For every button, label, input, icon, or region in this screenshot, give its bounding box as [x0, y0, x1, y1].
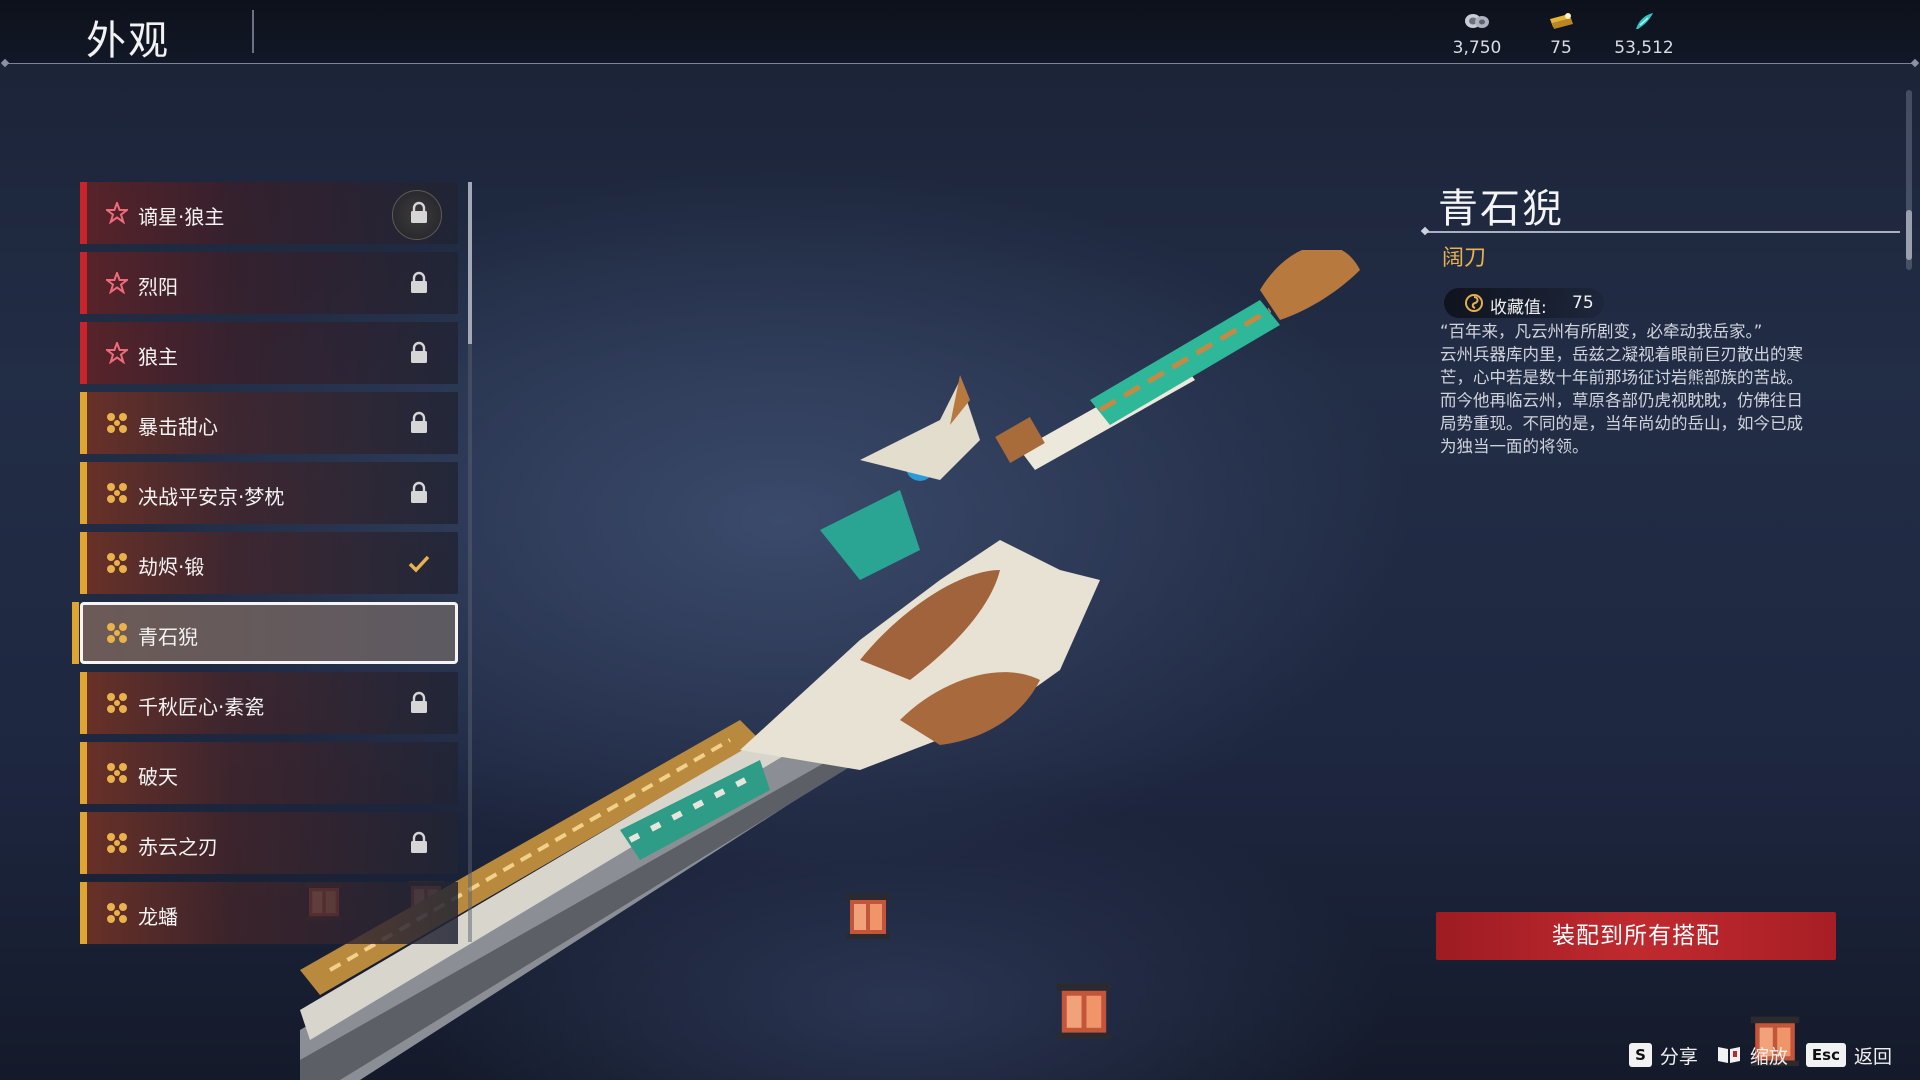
currency-coins: 3,750 [1437, 10, 1517, 58]
book-icon [1717, 1047, 1740, 1063]
gold-flower-rank-icon [107, 483, 127, 503]
share-hint[interactable]: S 分享 [1629, 1042, 1698, 1069]
skin-name: 破天 [138, 765, 178, 789]
lock-icon [411, 691, 427, 713]
checkmark-icon [408, 555, 430, 573]
back-label: 返回 [1853, 1045, 1892, 1068]
skin-name: 龙蟠 [138, 905, 178, 929]
skin-name: 谪星·狼主 [138, 205, 225, 229]
skin-name: 劫烬·锻 [138, 555, 205, 579]
description-line: 云州兵器库内里，岳兹之凝视着眼前巨刃散出的寒 [1440, 345, 1803, 364]
lock-icon [411, 201, 427, 223]
skin-list-item[interactable]: 千秋匠心·素瓷 [80, 672, 458, 734]
gold-flower-rank-icon [107, 693, 127, 713]
skin-list-item[interactable]: 暴击甜心 [80, 392, 458, 454]
detail-scrollbar-thumb[interactable] [1906, 210, 1912, 260]
red-star-rank-icon [106, 342, 128, 364]
skin-name: 赤云之刃 [138, 835, 218, 859]
skin-list-item[interactable]: 龙蟠 [80, 882, 458, 944]
skin-list-item[interactable]: 赤云之刃 [80, 812, 458, 874]
description-line: 局势重现。不同的是，当年尚幼的岳山，如今已成 [1440, 414, 1803, 433]
red-star-rank-icon [106, 272, 128, 294]
collection-value-badge: 收藏值: 75 [1444, 288, 1604, 318]
skin-list-item[interactable]: 青石猊 [72, 602, 458, 664]
key-hints-bar: S 分享 缩放 Esc 返回 [1629, 1040, 1892, 1070]
back-hint[interactable]: Esc 返回 [1805, 1042, 1892, 1069]
zoom-label: 缩放 [1749, 1045, 1788, 1068]
description-line: 为独当一面的将领。 [1440, 437, 1589, 456]
skin-list-item[interactable]: 决战平安京·梦枕 [80, 462, 458, 524]
gold-flower-rank-icon [107, 833, 127, 853]
equip-to-all-loadouts-button[interactable]: 装配到所有搭配 [1436, 912, 1836, 960]
title-divider [252, 10, 254, 53]
skin-name: 暴击甜心 [138, 415, 218, 439]
lock-icon [411, 831, 427, 853]
skin-list-item[interactable]: 狼主 [80, 322, 458, 384]
skin-list-scrollbar[interactable] [468, 182, 472, 942]
skin-list-item[interactable]: 烈阳 [80, 252, 458, 314]
skin-name: 千秋匠心·素瓷 [138, 695, 265, 719]
top-bar: 外观 3,750 75 53,512 [0, 0, 1920, 64]
collection-label: 收藏值: [1490, 298, 1547, 318]
jade-feather-icon [1636, 13, 1653, 29]
skin-description: “百年来，凡云州有所剧变，必牵动我岳家。” 云州兵器库内里，岳兹之凝视着眼前巨刃… [1440, 320, 1840, 458]
skin-name-title: 青石猊 [1438, 186, 1564, 232]
detail-divider [1426, 231, 1900, 233]
key-esc: Esc [1805, 1043, 1846, 1067]
detail-scrollbar[interactable] [1906, 90, 1912, 270]
coins-value: 3,750 [1452, 38, 1502, 58]
description-line: “百年来，凡云州有所剧变，必牵动我岳家。” [1440, 322, 1763, 341]
lock-icon [411, 411, 427, 433]
gold-flower-rank-icon [107, 553, 127, 573]
header-divider [6, 63, 1914, 64]
skin-list-item[interactable]: 破天 [80, 742, 458, 804]
skin-list: 谪星·狼主烈阳狼主暴击甜心决战平安京·梦枕 劫烬·锻青石猊千秋匠心·素瓷 破天赤云之… [72, 182, 460, 952]
skin-name: 决战平安京·梦枕 [138, 485, 285, 509]
collection-swirl-icon [1465, 294, 1483, 312]
currency-jade: 53,512 [1604, 10, 1684, 58]
description-line: 而今他再临云州，草原各部仍虎视眈眈，仿佛往日 [1440, 391, 1803, 410]
page-title: 外观 [86, 18, 170, 64]
key-s: S [1629, 1043, 1652, 1067]
weapon-type-label: 阔刀 [1442, 246, 1487, 271]
gold-flower-rank-icon [107, 413, 127, 433]
description-line: 芒，心中若是数十年前那场征讨岩熊部族的苦战。 [1440, 368, 1803, 387]
gold-flower-rank-icon [107, 623, 127, 643]
scrollbar-thumb[interactable] [468, 182, 472, 344]
coin-pile-icon [1465, 14, 1489, 28]
lock-icon [411, 341, 427, 363]
zoom-hint[interactable]: 缩放 [1716, 1042, 1788, 1069]
gold-flower-rank-icon [107, 763, 127, 783]
gold-ticket-icon [1550, 13, 1573, 29]
skin-list-item[interactable]: 谪星·狼主 [80, 182, 458, 244]
lock-icon [411, 481, 427, 503]
skin-name: 青石猊 [138, 625, 198, 649]
skin-name: 烈阳 [138, 275, 178, 299]
share-label: 分享 [1659, 1045, 1698, 1068]
red-star-rank-icon [106, 202, 128, 224]
gold-flower-rank-icon [107, 903, 127, 923]
currency-tickets: 75 [1521, 10, 1601, 58]
lock-icon [411, 271, 427, 293]
tickets-value: 75 [1550, 38, 1572, 58]
skin-name: 狼主 [138, 345, 178, 369]
collection-value: 75 [1572, 293, 1594, 313]
jade-value: 53,512 [1614, 38, 1674, 58]
skin-list-item[interactable]: 劫烬·锻 [80, 532, 458, 594]
